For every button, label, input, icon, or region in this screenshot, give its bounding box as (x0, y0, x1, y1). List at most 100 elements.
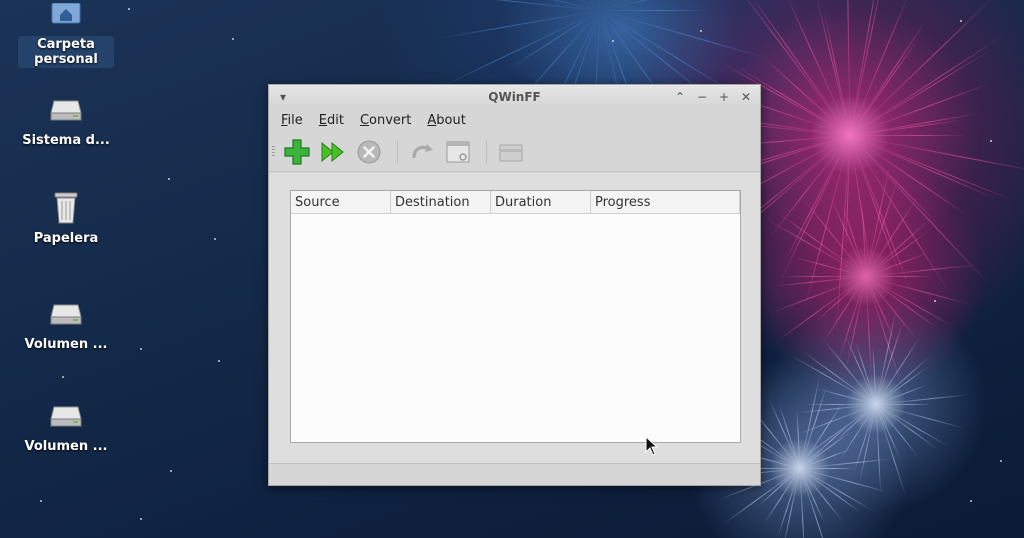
desktop-icon-volume-2[interactable]: Volumen ... (18, 398, 114, 455)
background-star (1000, 460, 1002, 462)
menu-about[interactable]: About (421, 113, 471, 128)
desktop-icon-volume-1[interactable]: Volumen ... (18, 296, 114, 353)
shade-button[interactable]: ⌃ (672, 88, 688, 106)
drive-icon (48, 92, 84, 128)
maximize-icon: + (718, 90, 730, 104)
column-header-destination[interactable]: Destination (391, 191, 491, 214)
drive-icon (48, 296, 84, 332)
toolbar (269, 132, 760, 172)
menu-label: onvert (369, 113, 412, 128)
open-output-folder-button[interactable] (495, 136, 527, 168)
preview-icon (446, 141, 470, 162)
desktop-icon-home[interactable]: Carpeta personal (18, 0, 114, 68)
background-star (700, 30, 702, 32)
maximize-button[interactable]: + (716, 88, 732, 106)
desktop-icon-label: Volumen ... (24, 439, 108, 454)
firework-spark (846, 0, 851, 136)
firework-spark (875, 404, 965, 429)
desktop-icon-label: Volumen ... (24, 337, 108, 352)
menu-mnemonic: E (318, 113, 327, 128)
trash-icon (48, 190, 84, 226)
menu-label: bout (436, 113, 466, 128)
table-header: Source Destination Duration Progress (291, 191, 740, 214)
column-header-source[interactable]: Source (291, 191, 391, 214)
column-header-duration[interactable]: Duration (491, 191, 591, 214)
menu-label: dit (327, 113, 344, 128)
window-menu-button[interactable]: ▾ (275, 88, 291, 106)
title-bar[interactable]: ▾ QWinFF ⌃ − + ✕ (269, 85, 760, 109)
firework-spark (470, 0, 601, 11)
minimize-button[interactable]: − (694, 88, 710, 106)
desktop-icon-trash[interactable]: Papelera (18, 190, 114, 247)
desktop-icon-label: Sistema d... (22, 133, 110, 148)
status-bar (269, 463, 760, 485)
open-folder-icon (499, 144, 523, 161)
mouse-pointer-icon (645, 436, 659, 456)
start-conversion-button[interactable] (317, 136, 349, 168)
window-title: QWinFF (488, 90, 541, 104)
background-star (232, 38, 234, 40)
firework-spark (800, 468, 855, 469)
background-star (62, 376, 64, 378)
desktop-icon-label: Papelera (33, 231, 99, 246)
firework-spark (849, 0, 994, 136)
add-file-button[interactable] (281, 136, 313, 168)
home-folder-icon (48, 0, 84, 32)
column-header-progress[interactable]: Progress (591, 191, 740, 214)
firework-spark (599, 10, 769, 59)
firework-spark (876, 404, 931, 405)
toolbar-separator (486, 139, 487, 164)
firework-spark (769, 135, 851, 239)
firework-spark (599, 10, 737, 95)
firework-spark (850, 135, 966, 136)
desktop-icon-system[interactable]: Sistema d... (18, 92, 114, 149)
toolbar-separator (397, 139, 398, 164)
firework-spark (849, 82, 990, 136)
menu-edit[interactable]: Edit (313, 113, 350, 128)
chevron-up-icon: ⌃ (674, 90, 686, 104)
background-star (612, 40, 614, 42)
add-file-icon (284, 138, 310, 165)
qwinff-window: ▾ QWinFF ⌃ − + ✕ File Edit Convert About (268, 84, 761, 486)
menu-file[interactable]: File (275, 113, 309, 128)
menu-mnemonic: A (427, 113, 437, 128)
stop-button[interactable] (353, 136, 385, 168)
background-star (140, 518, 142, 520)
conversion-list[interactable]: Source Destination Duration Progress (290, 190, 741, 443)
firework-spark (794, 256, 867, 277)
menu-label: ile (287, 113, 303, 128)
firework-spark (782, 276, 866, 277)
retry-button[interactable] (406, 136, 438, 168)
background-star (128, 8, 130, 10)
desktop: Carpeta personal Sistema d... Papelera V… (0, 0, 1024, 538)
toolbar-grip[interactable] (272, 145, 275, 158)
firework-spark (790, 354, 877, 405)
drive-icon (48, 398, 84, 434)
content-area: Source Destination Duration Progress (269, 173, 760, 463)
close-button[interactable]: ✕ (738, 88, 754, 106)
background-star (40, 500, 42, 502)
menu-mnemonic: C (359, 113, 370, 128)
triangle-down-icon: ▾ (279, 90, 287, 104)
background-star (168, 178, 170, 180)
background-star (960, 20, 962, 22)
start-conversion-icon (321, 141, 344, 162)
background-star (990, 140, 992, 142)
close-icon: ✕ (740, 90, 752, 104)
menu-convert[interactable]: Convert (354, 113, 417, 128)
stop-icon (357, 140, 381, 163)
background-star (214, 238, 216, 240)
retry-icon (412, 143, 433, 158)
background-star (170, 470, 172, 472)
background-star (934, 300, 936, 302)
firework-spark (600, 10, 705, 11)
background-star (218, 360, 220, 362)
firework-spark (799, 468, 889, 493)
firework-spark (865, 276, 973, 306)
minimize-icon: − (696, 90, 708, 104)
background-star (970, 500, 972, 502)
desktop-icon-label: Carpeta personal (18, 36, 114, 68)
firework-spark (866, 276, 932, 277)
preview-button[interactable] (442, 136, 474, 168)
menu-bar: File Edit Convert About (269, 109, 760, 132)
